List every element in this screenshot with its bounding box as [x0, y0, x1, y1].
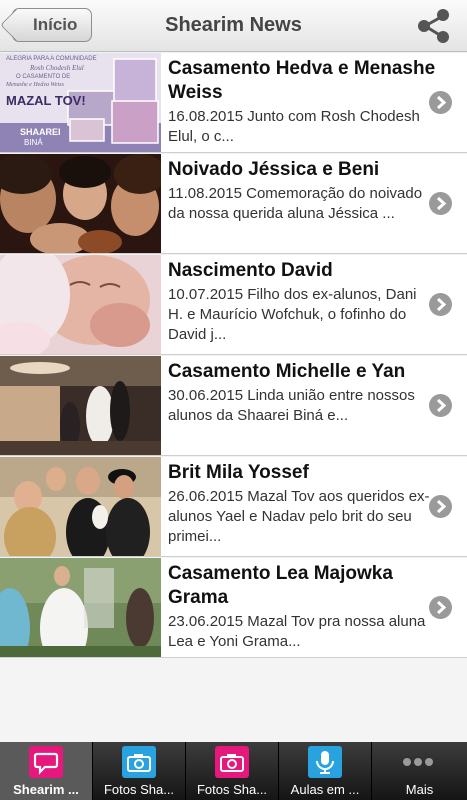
more-icon	[401, 746, 435, 778]
tab-label: Mais	[405, 782, 434, 797]
share-icon[interactable]	[414, 6, 454, 46]
chevron-right-icon[interactable]	[429, 192, 452, 215]
tab-label: Fotos Sha...	[103, 782, 175, 797]
news-title: Brit Mila Yossef	[168, 462, 309, 483]
tab-mais[interactable]: Mais	[372, 742, 467, 800]
news-description: 11.08.2015 Comemoração do noivado da nos…	[168, 185, 423, 222]
chevron-right-icon[interactable]	[429, 596, 452, 619]
news-title: Nascimento David	[168, 260, 333, 281]
chevron-right-icon[interactable]	[429, 91, 452, 114]
thumbnail-caption-2: Rosh Chodesh Elul	[30, 64, 84, 72]
thumbnail-caption-6: SHAAREI	[20, 127, 61, 137]
thumbnail-caption-7: BINÁ	[24, 138, 43, 147]
microphone-icon	[308, 746, 342, 778]
chevron-right-icon[interactable]	[429, 495, 452, 518]
news-thumbnail	[0, 356, 161, 455]
thumbnail-caption-4: Menashe e Hedva Weiss	[6, 82, 64, 88]
chevron-right-icon[interactable]	[429, 394, 452, 417]
news-list: ALEGRIA PARA A COMUNIDADE Rosh Chodesh E…	[0, 53, 467, 658]
news-item[interactable]: Casamento Lea Majowka Grama 23.06.2015 M…	[0, 558, 467, 658]
news-title: Noivado Jéssica e Beni	[168, 159, 380, 180]
thumbnail-caption-3: O CASAMENTO DE	[16, 74, 71, 80]
tab-aulas[interactable]: Aulas em ...	[279, 742, 372, 800]
news-item[interactable]: Brit Mila Yossef 26.06.2015 Mazal Tov ao…	[0, 457, 467, 557]
news-item[interactable]: Nascimento David 10.07.2015 Filho dos ex…	[0, 255, 467, 355]
page-title: Shearim News	[165, 14, 302, 36]
news-item[interactable]: Noivado Jéssica e Beni 11.08.2015 Comemo…	[0, 154, 467, 254]
camera-icon	[122, 746, 156, 778]
tab-fotos-1[interactable]: Fotos Sha...	[93, 742, 186, 800]
tab-label: Shearim ...	[13, 782, 79, 797]
news-description: 10.07.2015 Filho dos ex-alunos, Dani H. …	[168, 286, 417, 343]
chevron-right-icon[interactable]	[429, 293, 452, 316]
navigation-bar: Início Shearim News	[0, 0, 467, 52]
news-description: 16.08.2015 Junto com Rosh Chodesh Elul, …	[168, 108, 420, 145]
news-thumbnail: ALEGRIA PARA A COMUNIDADE Rosh Chodesh E…	[0, 53, 161, 152]
news-title: Casamento Lea Majowka Grama	[168, 563, 393, 608]
news-item[interactable]: Casamento Michelle e Yan 30.06.2015 Lind…	[0, 356, 467, 456]
empty-area	[0, 658, 467, 742]
thumbnail-caption-1: ALEGRIA PARA A COMUNIDADE	[6, 56, 97, 62]
tab-bar: Shearim ... Fotos Sha... Fotos Sha... Au…	[0, 742, 467, 800]
news-thumbnail	[0, 154, 161, 253]
tab-label: Aulas em ...	[290, 782, 360, 797]
news-title: Casamento Hedva e Menashe Weiss	[168, 58, 436, 103]
tab-fotos-2[interactable]: Fotos Sha...	[186, 742, 279, 800]
news-thumbnail	[0, 457, 161, 556]
news-description: 26.06.2015 Mazal Tov aos queridos ex-alu…	[168, 488, 430, 545]
news-thumbnail	[0, 255, 161, 354]
tab-label: Fotos Sha...	[196, 782, 268, 797]
back-button-label: Início	[33, 15, 78, 34]
thumbnail-caption-5: MAZAL TOV!	[6, 93, 86, 108]
back-button[interactable]: Início	[12, 8, 93, 42]
news-thumbnail	[0, 558, 161, 657]
tab-shearim-news[interactable]: Shearim ...	[0, 742, 93, 800]
news-description: 23.06.2015 Mazal Tov pra nossa aluna Lea…	[168, 613, 426, 650]
news-item[interactable]: ALEGRIA PARA A COMUNIDADE Rosh Chodesh E…	[0, 53, 467, 153]
camera-icon	[215, 746, 249, 778]
chat-icon	[29, 746, 63, 778]
news-title: Casamento Michelle e Yan	[168, 361, 406, 382]
news-description: 30.06.2015 Linda união entre nossos alun…	[168, 387, 415, 424]
